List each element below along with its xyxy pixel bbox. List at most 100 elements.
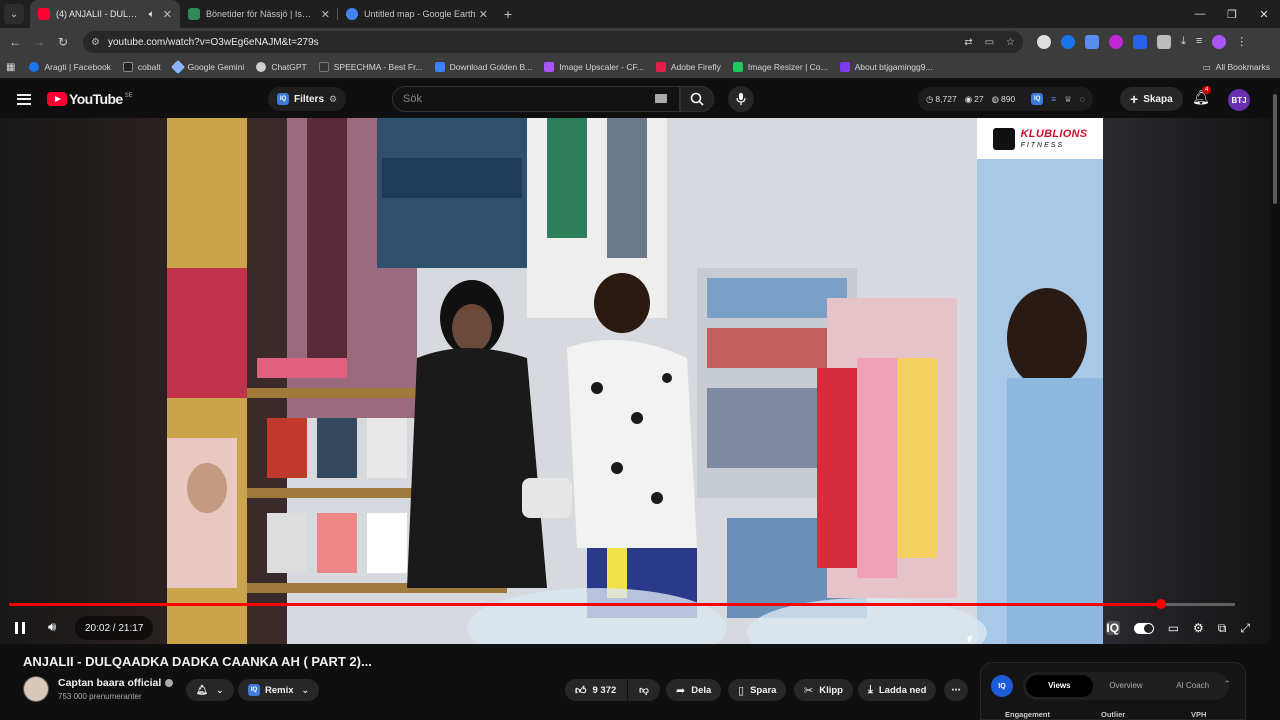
thumbs-down-icon: 👎︎ xyxy=(639,685,649,696)
subtitles-icon[interactable]: ▭ xyxy=(1168,621,1179,635)
vidiq-icon[interactable]: IQ xyxy=(1031,93,1044,105)
volume-icon[interactable]: 🔊︎ xyxy=(48,619,56,635)
trophy-icon[interactable]: ♕ xyxy=(1064,94,1072,105)
hamburger-menu-icon[interactable] xyxy=(17,93,31,105)
youtube-logo[interactable]: YouTube SE xyxy=(47,91,133,107)
vidiq-logo-icon[interactable]: IQ xyxy=(991,675,1013,697)
close-window-icon[interactable]: ✕ xyxy=(1248,8,1280,21)
speaker-icon[interactable]: 🔈︎ xyxy=(149,9,155,20)
download-button[interactable]: ⤓ Ladda ned xyxy=(858,679,937,701)
right-controls: IQ ▭ ⚙︎ ⧉ ⤢ xyxy=(1105,614,1250,642)
save-button[interactable]: ▯ Spara xyxy=(728,679,787,701)
share-button[interactable]: ➦ Dela xyxy=(666,679,722,701)
scrollbar-thumb[interactable] xyxy=(1273,94,1277,204)
apps-grid-icon[interactable]: ▦ xyxy=(6,62,15,73)
bookmark-item[interactable]: Image Upscaler - CF... xyxy=(544,62,644,72)
progress-bar[interactable] xyxy=(9,599,1235,609)
bookmark-item[interactable]: Adobe Firefly xyxy=(655,62,721,72)
site-info-icon[interactable]: ⚙︎ xyxy=(91,37,100,48)
search-input[interactable]: Sök xyxy=(392,86,680,112)
profile-icon[interactable] xyxy=(1212,35,1227,49)
notifications-button[interactable]: 🔔︎ 4 xyxy=(1192,86,1212,106)
miniplayer-icon[interactable]: ⧉ xyxy=(1218,621,1227,636)
channel-avatar[interactable] xyxy=(23,676,49,702)
microphone-icon xyxy=(736,93,746,105)
subscription-bell-button[interactable]: 🔔︎ ⌄ xyxy=(186,679,234,701)
keyboard-icon[interactable] xyxy=(655,94,667,103)
address-bar[interactable]: ⚙︎ youtube.com/watch?v=O3wEg6eNAJM&t=279… xyxy=(83,31,1023,53)
tab-google-earth[interactable]: Untitled map - Google Earth ✕ xyxy=(338,0,496,28)
bookmark-item[interactable]: cobalt xyxy=(122,62,161,72)
collapse-chevron-icon[interactable]: ⌃ xyxy=(1223,679,1231,690)
bookmark-label: Adobe Firefly xyxy=(670,62,721,72)
pause-button[interactable] xyxy=(15,622,25,634)
vidiq-player-icon[interactable]: IQ xyxy=(1105,621,1120,635)
media-queue-icon[interactable]: ≡ xyxy=(1196,35,1202,49)
video-frame[interactable]: KLUBLIONS FITNESS xyxy=(167,118,1103,644)
tab-youtube[interactable]: (4) ANJALII - DULQAADKA I 🔈︎ ✕ xyxy=(30,0,180,28)
bell-icon: 🔔︎ xyxy=(196,684,209,696)
player-controls: 🔊︎ 20:02 / 21:17 IQ ▭ ⚙︎ ⧉ ⤢ xyxy=(0,614,1270,642)
search-button[interactable] xyxy=(680,86,714,112)
fullscreen-icon[interactable]: ⤢ xyxy=(1240,621,1250,636)
maximize-icon[interactable]: ❐ xyxy=(1216,8,1248,21)
account-avatar[interactable]: BTJ xyxy=(1228,89,1250,111)
like-button[interactable]: 👍︎ 9 372 xyxy=(565,679,627,701)
extension-icon[interactable] xyxy=(1133,35,1147,49)
clip-label: Klipp xyxy=(819,684,843,696)
subscriber-count: 753 000 prenumeranter xyxy=(58,692,142,701)
all-bookmarks-button[interactable]: ▭ All Bookmarks xyxy=(1203,62,1270,73)
cast-icon[interactable]: ▭ xyxy=(985,37,994,48)
extension-icon[interactable] xyxy=(1085,35,1099,49)
close-tab-icon[interactable]: ✕ xyxy=(321,8,330,21)
channel-name-row[interactable]: Captan baara official xyxy=(58,677,174,689)
create-button[interactable]: + Skapa xyxy=(1120,87,1183,111)
bookmark-item[interactable]: Image Resizer | Co... xyxy=(732,62,828,72)
menu-kebab-icon[interactable]: ⋮ xyxy=(1236,35,1247,49)
forward-icon[interactable]: → xyxy=(27,35,51,49)
close-tab-icon[interactable]: ✕ xyxy=(163,8,172,21)
dislike-button[interactable]: 👎︎ xyxy=(628,679,660,701)
filters-button[interactable]: IQ Filters ⚙︎ xyxy=(268,87,347,111)
video-player[interactable]: KLUBLIONS FITNESS 🔊︎ 20:02 / 21:17 IQ ▭ … xyxy=(0,118,1270,644)
image-resizer-icon xyxy=(732,62,743,72)
more-actions-button[interactable]: ⋯ xyxy=(944,679,968,701)
extension-icon[interactable] xyxy=(1061,35,1075,49)
clip-button[interactable]: ✂︎ Klipp xyxy=(794,679,853,701)
download-icon[interactable]: ⤓ xyxy=(1181,35,1186,49)
bookmark-item[interactable]: Aragti | Facebook xyxy=(29,62,111,72)
page-scrollbar[interactable] xyxy=(1270,80,1280,720)
tab-islam-nu[interactable]: Bönetider för Nässjö | Islam.nu ✕ xyxy=(180,0,338,28)
reload-icon[interactable]: ↻ xyxy=(51,35,75,49)
bookmark-item[interactable]: Download Golden B... xyxy=(434,62,532,72)
back-icon[interactable]: ← xyxy=(3,35,27,49)
bookmark-star-icon[interactable]: ☆ xyxy=(1006,37,1015,48)
new-tab-button[interactable]: + xyxy=(496,6,520,22)
remix-button[interactable]: IQ Remix ⌄ xyxy=(238,679,320,701)
extension-icon[interactable] xyxy=(1037,35,1051,49)
extension-icon[interactable] xyxy=(1109,35,1123,49)
bookmark-item[interactable]: ChatGPT xyxy=(256,62,307,72)
adobe-firefly-icon xyxy=(655,62,666,72)
tab-ai-coach[interactable]: AI Coach xyxy=(1159,675,1226,697)
voice-search-button[interactable] xyxy=(728,86,754,112)
list-icon[interactable]: ≡ xyxy=(1051,94,1056,104)
tab-overview[interactable]: Overview xyxy=(1093,675,1160,697)
channel-info: Captan baara official 753 000 prenumeran… xyxy=(23,676,174,702)
bookmark-item[interactable]: SPEECHMA - Best Fr... xyxy=(318,62,423,72)
chat-icon[interactable]: ◌ xyxy=(1080,94,1085,104)
puzzle-icon[interactable] xyxy=(1157,35,1171,49)
minimize-icon[interactable]: — xyxy=(1184,8,1216,21)
vidiq-stats-bar[interactable]: ◷ 8,727 ◉ 27 ◍ 890 IQ ≡ ♕ ◌ xyxy=(918,87,1093,111)
tab-views[interactable]: Views xyxy=(1026,675,1093,697)
bookmark-label: ChatGPT xyxy=(271,62,307,72)
google-earth-favicon-icon xyxy=(346,8,358,20)
bookmark-item[interactable]: About btjgamingg9... xyxy=(839,62,933,72)
close-tab-icon[interactable]: ✕ xyxy=(479,8,488,21)
tab-search-button[interactable]: ⌄ xyxy=(4,4,24,24)
channel-name[interactable]: Captan baara official xyxy=(58,677,161,689)
settings-gear-icon[interactable]: ⚙︎ xyxy=(1193,621,1204,635)
bookmark-item[interactable]: Google Gemini xyxy=(170,59,244,75)
autoplay-toggle[interactable] xyxy=(1133,622,1154,634)
translate-icon[interactable]: ⇄ xyxy=(964,37,972,48)
